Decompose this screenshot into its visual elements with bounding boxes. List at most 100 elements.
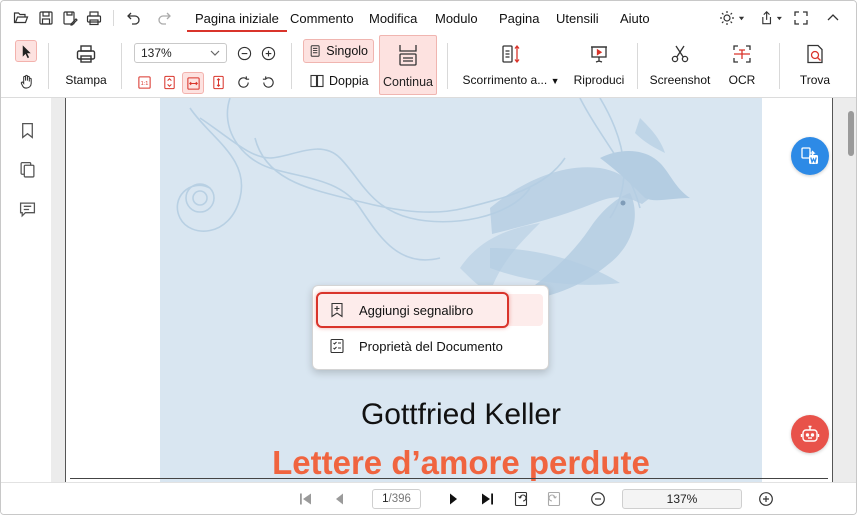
forward-view-button[interactable] xyxy=(545,490,563,508)
single-page-button[interactable]: Singolo xyxy=(303,39,374,63)
plus-circle-icon xyxy=(261,46,275,60)
screenshot-button[interactable]: Screenshot xyxy=(646,39,714,87)
play-label: Riproduci xyxy=(573,73,625,87)
separator xyxy=(113,10,114,26)
zoom-out-button-bottom[interactable] xyxy=(589,490,607,508)
redo-icon[interactable] xyxy=(155,9,173,27)
rotate-left-button[interactable] xyxy=(258,72,278,92)
page-number-input[interactable]: 1/396 xyxy=(372,489,421,509)
ocr-label: OCR xyxy=(728,73,756,87)
document-properties-icon xyxy=(330,338,344,354)
minus-circle-icon xyxy=(237,46,251,60)
tab-utensili[interactable]: Utensili xyxy=(556,11,599,26)
tab-pagina-iniziale[interactable]: Pagina iniziale xyxy=(187,11,287,32)
ocr-button[interactable]: OCR xyxy=(719,39,765,87)
zoom-in-button-bottom[interactable] xyxy=(757,490,775,508)
last-page-icon xyxy=(482,493,493,505)
back-view-icon xyxy=(514,491,528,507)
app-window: Pagina iniziale Commento Modifica Modulo… xyxy=(0,0,857,515)
status-bar: 1/396 137% xyxy=(1,482,856,514)
minus-circle-icon xyxy=(591,492,605,506)
collapse-ribbon-icon[interactable] xyxy=(824,9,842,27)
book-author: Gottfried Keller xyxy=(360,398,562,431)
previous-page-icon xyxy=(336,493,343,505)
ai-assistant-button[interactable] xyxy=(791,415,829,453)
thumbnails-panel-button[interactable] xyxy=(17,159,37,179)
rotate-cw-icon xyxy=(237,75,249,88)
add-bookmark-label: Aggiungi segnalibro xyxy=(359,302,474,318)
zoom-select[interactable]: 137% xyxy=(134,43,227,63)
print-button[interactable]: Stampa xyxy=(63,39,109,87)
cursor-arrow-icon xyxy=(22,44,31,58)
select-tool[interactable] xyxy=(15,40,37,62)
fit-height-icon xyxy=(212,75,224,89)
next-page-button[interactable] xyxy=(444,490,462,508)
fit-height-button[interactable] xyxy=(208,72,228,92)
hand-tool[interactable] xyxy=(16,71,36,91)
back-view-button[interactable] xyxy=(512,490,530,508)
tab-modifica[interactable]: Modifica xyxy=(369,11,417,26)
continuous-scroll-icon xyxy=(399,45,417,66)
forward-view-icon xyxy=(547,491,561,507)
rotate-right-button[interactable] xyxy=(233,72,253,92)
fit-width-button[interactable] xyxy=(182,72,204,94)
screenshot-label: Screenshot xyxy=(649,73,711,87)
left-sidebar xyxy=(1,98,51,513)
single-page-icon xyxy=(310,45,320,57)
fullscreen-icon[interactable] xyxy=(792,9,810,27)
presentation-icon xyxy=(591,46,607,63)
context-menu-add-bookmark[interactable]: Aggiungi segnalibro xyxy=(317,294,543,326)
zoom-level-field[interactable]: 137% xyxy=(622,489,742,509)
zoom-out-button[interactable] xyxy=(234,43,254,63)
open-folder-icon[interactable] xyxy=(12,9,30,27)
double-page-icon xyxy=(310,74,324,88)
double-page-label: Doppia xyxy=(329,74,369,88)
hand-icon xyxy=(20,74,32,89)
print-label: Stampa xyxy=(65,73,107,87)
pages-icon xyxy=(19,161,35,178)
printer-icon[interactable] xyxy=(85,9,103,27)
convert-to-word-button[interactable] xyxy=(791,137,829,175)
context-menu-document-properties[interactable]: Proprietà del Documento xyxy=(317,330,543,362)
zoom-level-value: 137% xyxy=(666,492,698,506)
actual-size-button[interactable]: 1:1 xyxy=(134,72,154,92)
save-icon[interactable] xyxy=(37,9,55,27)
save-as-icon[interactable] xyxy=(61,9,79,27)
last-page-button[interactable] xyxy=(478,490,496,508)
convert-word-icon xyxy=(801,147,818,164)
double-page-button[interactable]: Doppia xyxy=(305,70,375,92)
find-icon xyxy=(807,44,823,64)
single-page-label: Singolo xyxy=(326,44,368,58)
continuous-label: Continua xyxy=(382,75,434,89)
book-title: Lettere d’amore perdute xyxy=(272,444,650,481)
bookmark-panel-button[interactable] xyxy=(17,120,37,140)
scroll-mode-dropdown[interactable]: Scorrimento a... ▼ xyxy=(461,39,561,87)
share-dropdown[interactable] xyxy=(759,9,783,27)
tab-commento[interactable]: Commento xyxy=(290,11,354,26)
fit-width-icon xyxy=(186,76,200,90)
undo-icon[interactable] xyxy=(125,9,143,27)
previous-page-button[interactable] xyxy=(331,490,349,508)
play-button[interactable]: Riproduci xyxy=(571,39,627,87)
chevron-down-icon xyxy=(210,50,220,56)
caret-down-icon xyxy=(738,16,745,20)
comment-icon xyxy=(19,201,35,217)
total-pages: /396 xyxy=(388,493,411,505)
vertical-scrollbar[interactable] xyxy=(848,111,854,156)
comments-panel-button[interactable] xyxy=(17,199,37,219)
auto-scroll-icon xyxy=(502,44,520,64)
tab-modulo[interactable]: Modulo xyxy=(435,11,478,26)
theme-dropdown[interactable] xyxy=(718,9,746,27)
tab-pagina[interactable]: Pagina xyxy=(499,11,539,26)
zoom-select-value: 137% xyxy=(141,46,172,60)
zoom-in-button[interactable] xyxy=(258,43,278,63)
first-page-button[interactable] xyxy=(297,490,315,508)
ocr-icon xyxy=(733,45,751,63)
find-button[interactable]: Trova xyxy=(795,39,835,87)
ribbon-toolbar: Stampa 137% 1:1 Singolo Doppia Continua … xyxy=(1,35,856,98)
fit-page-button[interactable] xyxy=(159,72,179,92)
document-properties-label: Proprietà del Documento xyxy=(359,338,503,354)
continuous-page-button[interactable]: Continua xyxy=(379,35,437,95)
next-page-icon xyxy=(450,493,457,505)
tab-aiuto[interactable]: Aiuto xyxy=(620,11,650,26)
